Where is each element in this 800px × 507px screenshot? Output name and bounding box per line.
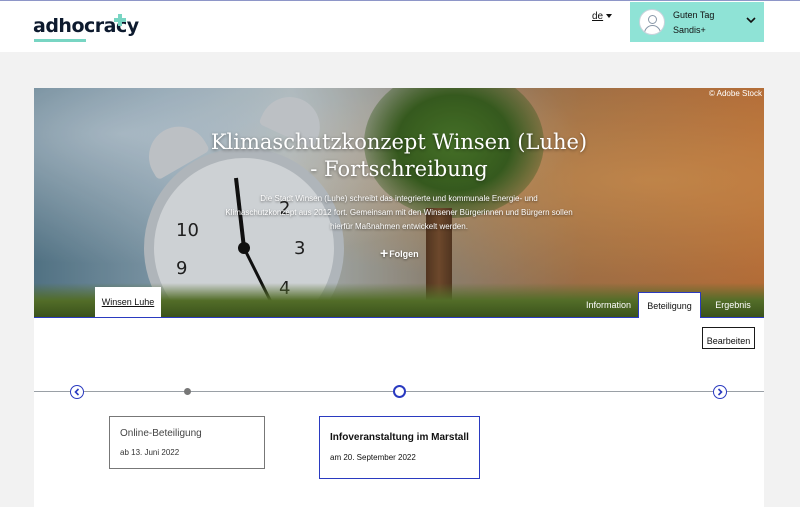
edit-button[interactable]: Bearbeiten [702,327,755,349]
caret-down-icon[interactable] [606,14,612,18]
logo-plus-icon [114,14,126,26]
user-head-icon [648,15,657,24]
phase-card-active[interactable]: Infoveranstaltung im Marstall am 20. Sep… [319,416,480,479]
description-line: hierfür Maßnahmen entwickelt werden. [330,222,468,231]
user-name: Sandis+ [673,25,706,35]
tab-information[interactable]: Information [576,293,641,318]
chevron-right-icon [717,388,723,396]
image-credit: © Adobe Stock [708,89,762,98]
top-header: adhocracy de Guten Tag Sandis+ [0,0,800,52]
follow-button[interactable]: +Folgen [380,245,419,261]
phase-title: Online-Beteiligung [120,428,202,439]
main-content: Bearbeiten Online-Beteiligung ab 13. Jun… [34,318,764,507]
timeline-prev-button[interactable] [70,385,84,399]
timeline-active-phase-dot[interactable] [393,385,406,398]
plus-icon: + [380,245,389,261]
timeline-next-button[interactable] [713,385,727,399]
phase-date: am 20. September 2022 [330,453,416,462]
avatar [639,9,665,35]
page-title-line: Klimaschutzkonzept Winsen (Luhe) [210,130,588,154]
page-title-line: - Fortschreibung [310,157,488,181]
description-line: Die Stadt Winsen (Luhe) schreibt das int… [260,194,538,203]
chevron-down-icon[interactable] [746,15,756,25]
page-title: Klimaschutzkonzept Winsen (Luhe) - Forts… [34,129,764,183]
tab-beteiligung[interactable]: Beteiligung [638,292,701,318]
hero-banner: 2 3 4 10 9 © Adobe Stock Klimaschutzkonz… [34,88,764,318]
user-menu[interactable]: Guten Tag Sandis+ [630,2,764,42]
phase-card[interactable]: Online-Beteiligung ab 13. Juni 2022 [109,416,265,469]
logo-underline [34,39,86,42]
language-selector[interactable]: de [592,11,603,22]
phase-date: ab 13. Juni 2022 [120,448,180,457]
project-description: Die Stadt Winsen (Luhe) schreibt das int… [199,192,599,234]
timeline-phase-dot[interactable] [184,388,191,395]
phase-title: Infoveranstaltung im Marstall [330,432,469,443]
tab-ergebnis[interactable]: Ergebnis [709,293,757,318]
user-greeting: Guten Tag [673,10,715,20]
chevron-left-icon [74,388,80,396]
user-body-icon [644,25,661,34]
description-line: Klimaschutzkonzept aus 2012 fort. Gemein… [225,208,573,217]
organisation-link[interactable]: Winsen Luhe [95,287,161,318]
follow-label: Folgen [389,249,419,259]
